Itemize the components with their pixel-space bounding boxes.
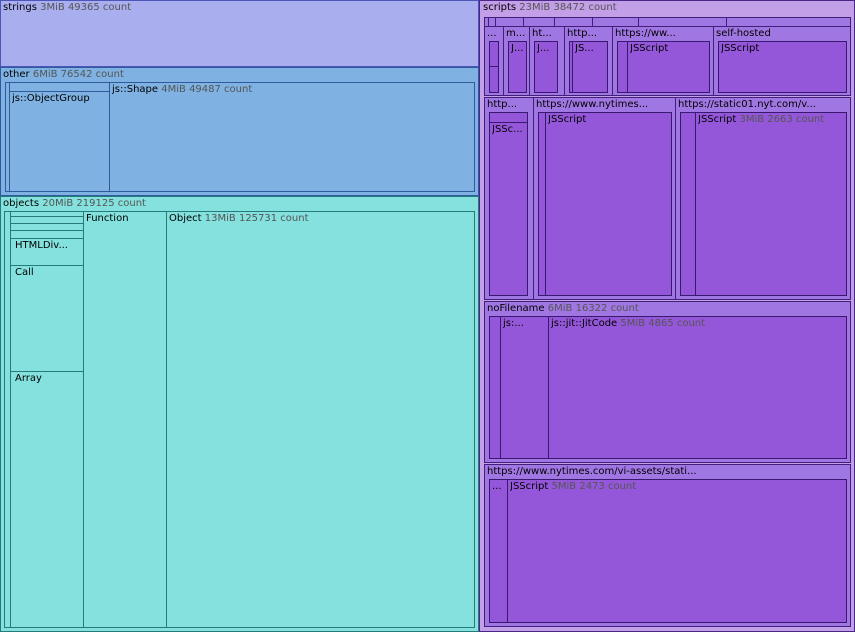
node-label: strings 3MiB 49365 count	[3, 2, 132, 13]
node-label: ht...	[532, 28, 552, 39]
treemap-node-nytimes[interactable]: https://www.nytimes... JSScript	[533, 97, 676, 300]
treemap-node-jit-code[interactable]: js::jit::JitCode 5MiB 4865 count	[548, 316, 847, 459]
treemap-node-vi-assets-dots[interactable]: ...	[489, 479, 508, 623]
node-label: js::ObjectGroup	[12, 93, 90, 104]
node-label: JSScript	[721, 43, 760, 54]
node-label: Call	[15, 267, 34, 278]
treemap-node-static01[interactable]: https://static01.nyt.com/v... JSScript 3…	[675, 97, 851, 300]
treemap-node-dots[interactable]: ...	[484, 26, 504, 96]
node-label: js::jit::JitCode 5MiB 4865 count	[551, 318, 706, 329]
treemap-node-objects[interactable]: objects 20MiB 219125 count HTMLDiv... Ca…	[0, 196, 479, 632]
node-label: HTMLDiv...	[15, 240, 68, 251]
node-label: JSScript 5MiB 2473 count	[510, 481, 637, 492]
treemap-node-strings[interactable]: strings 3MiB 49365 count	[0, 0, 479, 67]
treemap-node-other[interactable]: other 6MiB 76542 count js::ObjectGroup j…	[0, 67, 479, 196]
treemap-node-http-top-inner[interactable]: JS...	[572, 41, 608, 93]
treemap-node-http-top[interactable]: http... JS...	[564, 26, 613, 96]
node-label: http...	[487, 99, 518, 110]
node-label: self-hosted	[716, 28, 771, 39]
treemap-node-object-group[interactable]: js::ObjectGroup	[9, 91, 110, 192]
treemap-node-array[interactable]: Array	[10, 371, 84, 628]
treemap-node-static01-jsscript[interactable]: JSScript 3MiB 2663 count	[695, 112, 847, 296]
treemap-node-vi-assets-jsscript[interactable]: JSScript 5MiB 2473 count	[507, 479, 847, 623]
node-label: m...	[506, 28, 526, 39]
node-label: JSScript	[630, 43, 669, 54]
treemap-node-function[interactable]: Function	[83, 211, 167, 628]
node-label: Function	[86, 213, 129, 224]
treemap-node-https-ww[interactable]: https://ww... JSScript	[612, 26, 714, 96]
node-label: Object 13MiB 125731 count	[169, 213, 309, 224]
treemap-node-no-filename[interactable]: noFilename 6MiB 16322 count js:... js::j…	[484, 301, 851, 463]
node-label: http...	[567, 28, 598, 39]
treemap-node-static01-thin[interactable]	[680, 112, 696, 296]
node-label: js::Shape 4MiB 49487 count	[112, 84, 253, 95]
treemap-node-shape[interactable]: js::Shape 4MiB 49487 count	[109, 82, 475, 192]
treemap-node-self-hosted[interactable]: self-hosted JSScript	[713, 26, 851, 96]
treemap-node-nytimes-jsscript[interactable]: JSScript	[545, 112, 672, 296]
node-label: Array	[15, 373, 42, 384]
node-label: ...	[492, 481, 502, 492]
node-label: ...	[487, 28, 497, 39]
node-label: JSScript 3MiB 2663 count	[698, 114, 825, 125]
treemap-node-jssc[interactable]: JSSc...	[489, 122, 528, 296]
treemap-node-call[interactable]: Call	[10, 265, 84, 372]
treemap-node-m-inner[interactable]: J...	[508, 41, 527, 93]
node-label: JS...	[575, 43, 594, 54]
node-label: https://static01.nyt.com/v...	[678, 99, 816, 110]
node-label: scripts 23MiB 38472 count	[483, 2, 617, 13]
node-label: https://ww...	[615, 28, 676, 39]
node-label: js:...	[503, 318, 524, 329]
node-label: JSSc...	[492, 124, 523, 135]
node-label: noFilename 6MiB 16322 count	[487, 303, 639, 314]
node-label: objects 20MiB 219125 count	[3, 198, 146, 209]
treemap-node-scripts[interactable]: scripts 23MiB 38472 count ... m... J... …	[479, 0, 855, 632]
treemap-node-object[interactable]: Object 13MiB 125731 count	[166, 211, 475, 628]
treemap-node-dots-a[interactable]	[489, 41, 499, 67]
node-label: https://www.nytimes.com/vi-assets/stati.…	[487, 466, 697, 477]
treemap-node-html-div[interactable]: HTMLDiv...	[10, 238, 84, 266]
treemap-node-js-dots[interactable]: js:...	[500, 316, 549, 459]
treemap-node-m[interactable]: m... J...	[503, 26, 530, 96]
treemap-node-ht-inner[interactable]: J...	[534, 41, 558, 93]
node-label: JSScript	[548, 114, 587, 125]
node-label: J...	[537, 43, 550, 54]
node-label: other 6MiB 76542 count	[3, 69, 124, 80]
treemap-node-vi-assets[interactable]: https://www.nytimes.com/vi-assets/stati.…	[484, 464, 851, 627]
treemap-node-self-hosted-jsscript[interactable]: JSScript	[718, 41, 847, 93]
node-label: J...	[511, 43, 524, 54]
treemap-node-dots-b[interactable]	[489, 66, 499, 93]
treemap-node-http-second[interactable]: http... JSSc...	[484, 97, 534, 300]
treemap-node-ht[interactable]: ht... J...	[529, 26, 565, 96]
node-label: https://www.nytimes...	[536, 99, 649, 110]
treemap-node-https-ww-jsscript[interactable]: JSScript	[627, 41, 710, 93]
